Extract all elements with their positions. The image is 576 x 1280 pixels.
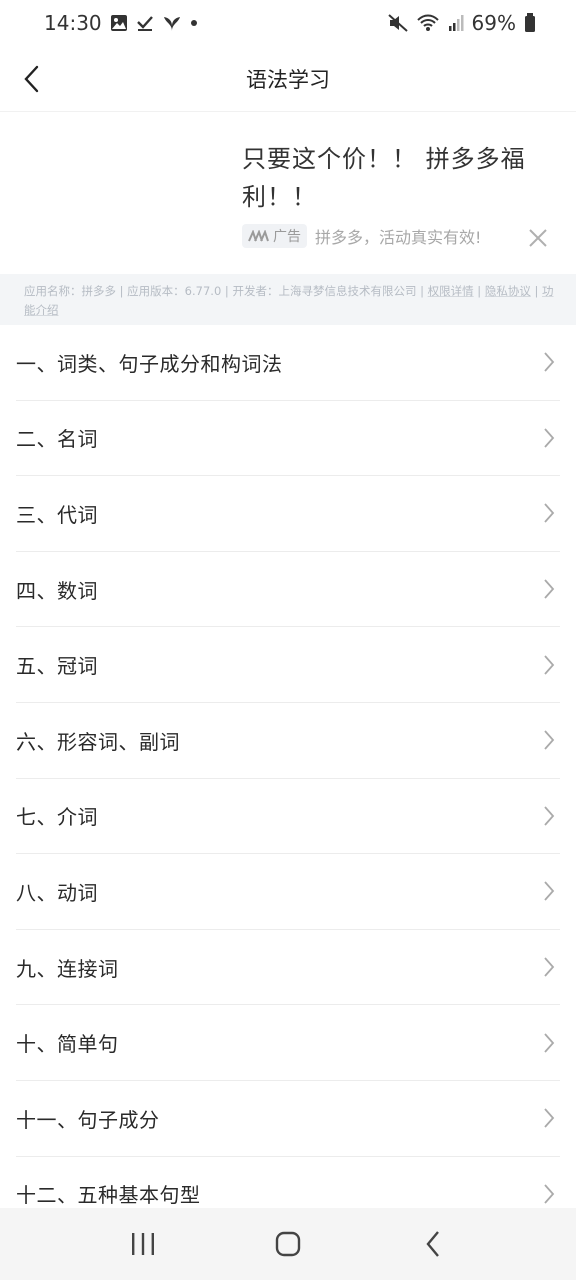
privacy-link[interactable]: 隐私协议 <box>485 284 531 298</box>
grammar-topic-list: 一、词类、句子成分和构词法 二、名词 三、代词 四、数词 五、冠词 六、形容词、… <box>0 325 576 1233</box>
list-item-label: 十二、五种基本句型 <box>16 1183 201 1208</box>
download-done-icon <box>136 14 154 32</box>
home-icon <box>275 1231 301 1257</box>
list-item-label: 二、名词 <box>16 427 98 452</box>
chevron-right-icon <box>544 503 555 524</box>
wifi-icon <box>416 14 440 32</box>
list-item[interactable]: 八、动词 <box>16 854 560 930</box>
ad-tag-label: 广告 <box>273 229 301 245</box>
chevron-right-icon <box>544 1033 555 1053</box>
status-time: 14:30 <box>44 11 102 35</box>
list-item[interactable]: 二、名词 <box>16 401 560 477</box>
battery-icon <box>524 13 536 33</box>
back-icon <box>426 1231 440 1257</box>
list-item-label: 五、冠词 <box>16 654 98 679</box>
list-item[interactable]: 九、连接词 <box>16 930 560 1006</box>
list-item-label: 八、动词 <box>16 880 98 905</box>
more-notifications-dot-icon <box>190 19 198 27</box>
ad-description: 拼多多，活动真实有效! <box>315 228 482 247</box>
page-title: 语法学习 <box>246 67 330 92</box>
chevron-right-icon <box>544 655 555 675</box>
list-item-label: 三、代词 <box>16 502 98 527</box>
list-item-label: 十、简单句 <box>16 1032 119 1057</box>
list-item-label: 十一、句子成分 <box>16 1107 160 1132</box>
ad-title[interactable]: 只要这个价！！ 拼多多福利！！ <box>242 140 542 216</box>
signal-icon <box>448 14 464 32</box>
list-item[interactable]: 十、简单句 <box>16 1005 560 1081</box>
list-item[interactable]: 十一、句子成分 <box>16 1081 560 1157</box>
app-info-separator: | <box>530 284 543 298</box>
recent-apps-button[interactable] <box>113 1219 173 1269</box>
ad-meta: 广告 拼多多，活动真实有效! <box>242 224 481 248</box>
list-item[interactable]: 一、词类、句子成分和构词法 <box>16 325 560 401</box>
permission-link[interactable]: 权限详情 <box>428 284 474 298</box>
list-item[interactable]: 三、代词 <box>16 476 560 552</box>
list-item-label: 一、词类、句子成分和构词法 <box>16 351 283 376</box>
close-icon <box>529 229 547 247</box>
system-navigation-bar <box>0 1208 576 1280</box>
status-bar-right: 69% <box>387 11 536 35</box>
status-bar-left: 14:30 <box>44 11 198 35</box>
app-info-text: 应用名称：拼多多 | 应用版本：6.77.0 | 开发者：上海寻梦信息技术有限公… <box>24 284 428 298</box>
app-header: 语法学习 <box>0 46 576 112</box>
list-item[interactable]: 七、介词 <box>16 779 560 855</box>
chevron-right-icon <box>544 352 555 372</box>
system-back-button[interactable] <box>403 1219 463 1269</box>
list-item[interactable]: 五、冠词 <box>16 627 560 703</box>
list-item[interactable]: 四、数词 <box>16 552 560 628</box>
ad-banner[interactable]: 只要这个价！！ 拼多多福利！！ 广告 拼多多，活动真实有效! <box>0 112 576 274</box>
back-button[interactable] <box>8 56 54 102</box>
chevron-right-icon <box>544 1184 555 1204</box>
recent-apps-icon <box>131 1233 154 1255</box>
list-item-label: 七、介词 <box>16 805 98 830</box>
ad-app-info: 应用名称：拼多多 | 应用版本：6.77.0 | 开发者：上海寻梦信息技术有限公… <box>0 274 576 325</box>
status-bar: 14:30 69% <box>0 0 576 46</box>
leaf-icon <box>162 14 182 32</box>
mute-icon <box>387 14 408 32</box>
chevron-left-icon <box>24 65 39 93</box>
gallery-icon <box>110 14 128 32</box>
chevron-right-icon <box>544 428 555 448</box>
chevron-right-icon <box>544 957 555 977</box>
app-info-separator: | <box>473 284 485 298</box>
list-item-label: 九、连接词 <box>16 956 119 981</box>
ad-tag: 广告 <box>242 224 307 248</box>
ad-logo-icon <box>248 230 269 242</box>
list-item-label: 四、数词 <box>16 578 98 603</box>
chevron-right-icon <box>544 579 555 599</box>
chevron-right-icon <box>544 806 555 826</box>
chevron-right-icon <box>544 730 555 750</box>
battery-percentage: 69% <box>471 11 516 35</box>
home-button[interactable] <box>258 1219 318 1269</box>
chevron-right-icon <box>544 1108 555 1128</box>
ad-close-button[interactable] <box>526 226 550 250</box>
list-item-label: 六、形容词、副词 <box>16 729 180 754</box>
list-item[interactable]: 六、形容词、副词 <box>16 703 560 779</box>
chevron-right-icon <box>544 881 555 902</box>
